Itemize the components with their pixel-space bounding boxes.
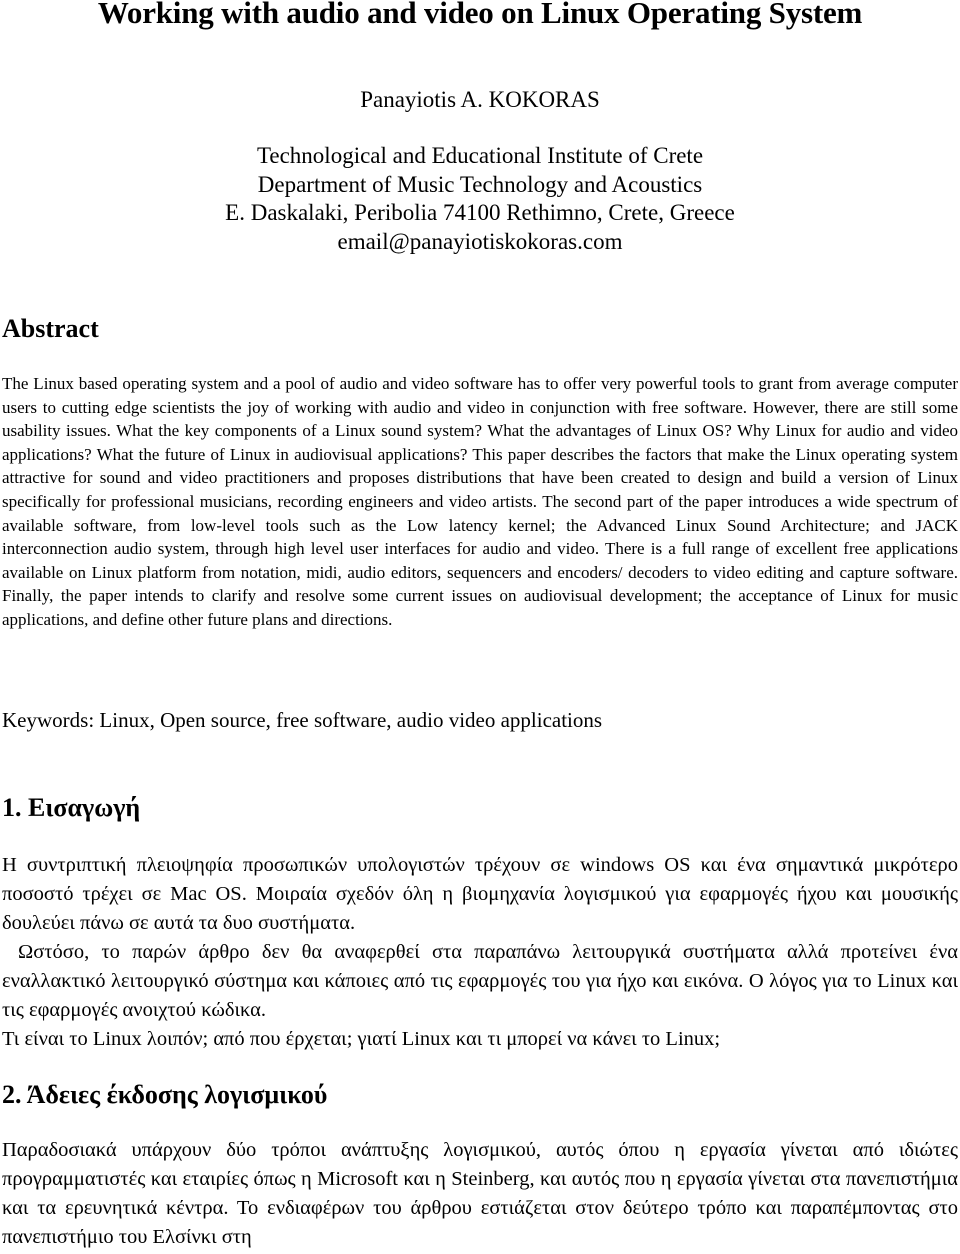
keywords-line: Keywords: Linux, Open source, free softw… bbox=[2, 708, 603, 732]
author-affiliation: Technological and Educational Institute … bbox=[0, 142, 960, 256]
abstract-paragraph: The Linux based operating system and a p… bbox=[2, 374, 958, 629]
section-2-paragraph-1: Παραδοσιακά υπάρχουν δύο τρόποι ανάπτυξη… bbox=[2, 1139, 958, 1248]
section-2-heading: 2. Άδειες έκδοσης λογισμικού bbox=[2, 1080, 328, 1109]
affiliation-department: Department of Music Technology and Acous… bbox=[257, 171, 703, 197]
section-1-paragraph-2: Ωστόσο, το παρών άρθρο δεν θα αναφερθεί … bbox=[2, 941, 958, 1021]
author-email: email@panayiotiskokoras.com bbox=[337, 228, 623, 254]
section-1-heading: 1. Εισαγωγή bbox=[2, 793, 141, 822]
affiliation-institute: Technological and Educational Institute … bbox=[256, 143, 704, 168]
affiliation-address: E. Daskalaki, Peribolia 74100 Rethimno, … bbox=[225, 200, 735, 225]
author-name: Panayiotis A. KOKORAS bbox=[360, 87, 600, 112]
document-page: Working with audio and video on Linux Op… bbox=[0, 0, 960, 1254]
paper-title: Working with audio and video on Linux Op… bbox=[97, 0, 863, 30]
section-1-paragraph-3: Τι είναι το Linux λοιπόν; από που έρχετα… bbox=[2, 1028, 721, 1050]
section-2-body: Παραδοσιακά υπάρχουν δύο τρόποι ανάπτυξη… bbox=[2, 1136, 958, 1252]
abstract-heading: Abstract bbox=[2, 314, 99, 343]
section-1-body: Η συντριπτική πλειοψηφία προσωπικών υπολ… bbox=[2, 851, 958, 1054]
abstract-body: The Linux based operating system and a p… bbox=[2, 372, 958, 632]
section-1-paragraph-1: Η συντριπτική πλειοψηφία προσωπικών υπολ… bbox=[2, 854, 958, 934]
